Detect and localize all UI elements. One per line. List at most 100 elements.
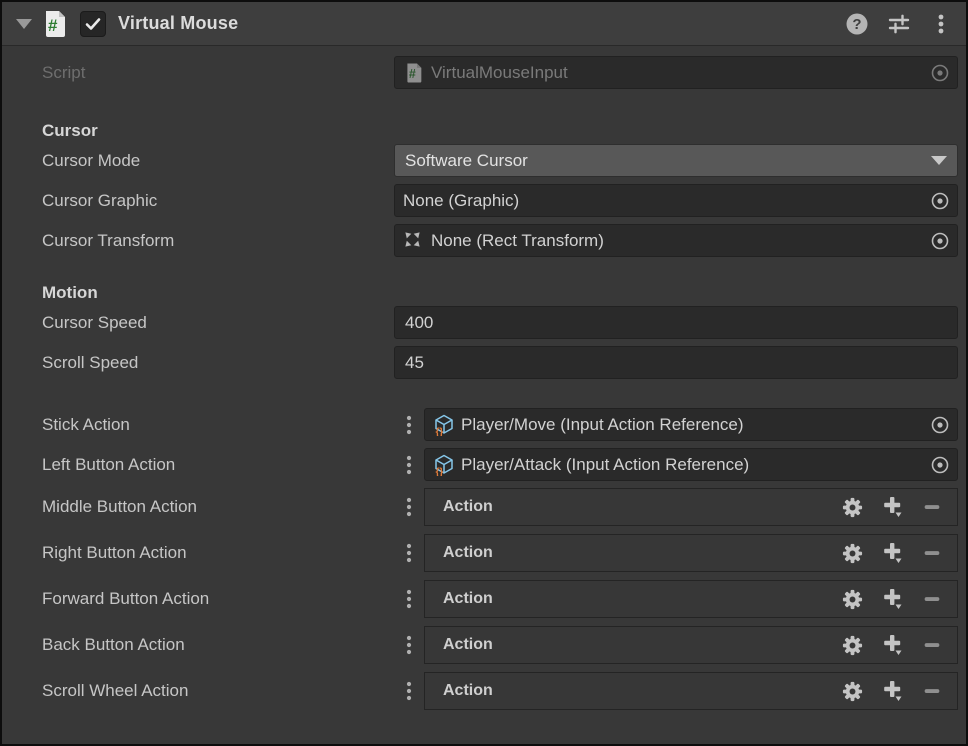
remove-minus-icon[interactable] bbox=[919, 586, 945, 612]
remove-minus-icon[interactable] bbox=[919, 494, 945, 520]
add-binding-plus-icon[interactable] bbox=[879, 586, 905, 612]
scroll-speed-row: Scroll Speed bbox=[2, 346, 958, 379]
cursor-graphic-label: Cursor Graphic bbox=[2, 191, 394, 211]
drag-handle-icon[interactable] bbox=[394, 454, 424, 476]
cursor-speed-label: Cursor Speed bbox=[2, 313, 394, 333]
cursor-transform-label: Cursor Transform bbox=[2, 231, 394, 251]
middle-button-action-label: Middle Button Action bbox=[2, 497, 394, 517]
component-header: # Virtual Mouse ? bbox=[2, 2, 966, 46]
cursor-graphic-object-field[interactable]: None (Graphic) bbox=[394, 184, 958, 217]
component-body: Script # VirtualMouseInput bbox=[2, 46, 966, 710]
input-action-reference-icon: {} bbox=[433, 414, 455, 436]
cursor-mode-dropdown[interactable]: Software Cursor bbox=[394, 144, 958, 177]
cursor-speed-input[interactable] bbox=[394, 306, 958, 339]
cursor-transform-value: None (Rect Transform) bbox=[431, 231, 923, 251]
svg-text:#: # bbox=[409, 67, 416, 81]
add-binding-plus-icon[interactable] bbox=[879, 678, 905, 704]
scroll-wheel-action-row: Scroll Wheel Action Action bbox=[2, 672, 958, 710]
back-button-action-row: Back Button Action Action bbox=[2, 626, 958, 664]
scroll-speed-label: Scroll Speed bbox=[2, 353, 394, 373]
cursor-section-title: Cursor bbox=[2, 118, 966, 144]
rect-transform-icon bbox=[403, 230, 425, 252]
script-object-value: VirtualMouseInput bbox=[431, 63, 923, 83]
action-header-title: Action bbox=[443, 636, 825, 654]
remove-minus-icon[interactable] bbox=[919, 540, 945, 566]
right-button-action-label: Right Button Action bbox=[2, 543, 394, 563]
drag-handle-icon[interactable] bbox=[394, 588, 424, 610]
foldout-arrow-icon[interactable] bbox=[16, 19, 32, 29]
forward-button-action-label: Forward Button Action bbox=[2, 589, 394, 609]
object-picker-icon[interactable] bbox=[929, 230, 951, 252]
motion-section-title: Motion bbox=[2, 280, 966, 306]
back-button-action-label: Back Button Action bbox=[2, 635, 394, 655]
inspector-component-virtual-mouse: # Virtual Mouse ? bbox=[0, 0, 968, 746]
script-label: Script bbox=[2, 63, 394, 83]
cursor-mode-row: Cursor Mode Software Cursor bbox=[2, 144, 958, 177]
action-header-title: Action bbox=[443, 544, 825, 562]
action-settings-gear-icon[interactable] bbox=[839, 632, 865, 658]
script-row: Script # VirtualMouseInput bbox=[2, 56, 958, 89]
object-picker-icon[interactable] bbox=[929, 454, 951, 476]
scroll-speed-input[interactable] bbox=[394, 346, 958, 379]
action-settings-gear-icon[interactable] bbox=[839, 678, 865, 704]
add-binding-plus-icon[interactable] bbox=[879, 494, 905, 520]
remove-minus-icon[interactable] bbox=[919, 632, 945, 658]
spacer bbox=[2, 386, 966, 408]
csharp-script-mini-icon: # bbox=[403, 62, 425, 84]
stick-action-label: Stick Action bbox=[2, 415, 394, 435]
cursor-speed-row: Cursor Speed bbox=[2, 306, 958, 339]
action-header-title: Action bbox=[443, 590, 825, 608]
scroll-wheel-action-label: Scroll Wheel Action bbox=[2, 681, 394, 701]
action-header-box[interactable]: Action bbox=[424, 626, 958, 664]
spacer bbox=[2, 96, 966, 118]
left-button-action-row: Left Button Action {} bbox=[2, 448, 958, 481]
svg-text:?: ? bbox=[852, 16, 861, 33]
context-menu-icon[interactable] bbox=[928, 11, 954, 37]
object-picker-icon bbox=[929, 62, 951, 84]
cursor-transform-object-field[interactable]: None (Rect Transform) bbox=[394, 224, 958, 257]
action-header-box[interactable]: Action bbox=[424, 580, 958, 618]
svg-text:{}: {} bbox=[436, 467, 444, 476]
action-header-box[interactable]: Action bbox=[424, 672, 958, 710]
middle-button-action-row: Middle Button Action Action bbox=[2, 488, 958, 526]
action-header-title: Action bbox=[443, 498, 825, 516]
action-header-box[interactable]: Action bbox=[424, 534, 958, 572]
drag-handle-icon[interactable] bbox=[394, 542, 424, 564]
action-header-title: Action bbox=[443, 682, 825, 700]
presets-icon[interactable] bbox=[886, 11, 912, 37]
cursor-graphic-value: None (Graphic) bbox=[403, 191, 923, 211]
help-icon[interactable]: ? bbox=[844, 11, 870, 37]
svg-text:{}: {} bbox=[436, 427, 444, 436]
left-button-action-value: Player/Attack (Input Action Reference) bbox=[461, 455, 923, 475]
cursor-mode-value: Software Cursor bbox=[405, 151, 931, 171]
input-action-reference-icon: {} bbox=[433, 454, 455, 476]
drag-handle-icon[interactable] bbox=[394, 680, 424, 702]
forward-button-action-row: Forward Button Action Action bbox=[2, 580, 958, 618]
svg-text:#: # bbox=[48, 16, 58, 35]
drag-handle-icon[interactable] bbox=[394, 496, 424, 518]
action-settings-gear-icon[interactable] bbox=[839, 540, 865, 566]
stick-action-object-field[interactable]: {} Player/Move (Input Action Reference) bbox=[424, 408, 958, 441]
csharp-script-icon: # bbox=[40, 9, 70, 39]
drag-handle-icon[interactable] bbox=[394, 414, 424, 436]
cursor-graphic-row: Cursor Graphic None (Graphic) bbox=[2, 184, 958, 217]
right-button-action-row: Right Button Action Action bbox=[2, 534, 958, 572]
remove-minus-icon[interactable] bbox=[919, 678, 945, 704]
action-header-box[interactable]: Action bbox=[424, 488, 958, 526]
action-settings-gear-icon[interactable] bbox=[839, 494, 865, 520]
script-object-field: # VirtualMouseInput bbox=[394, 56, 958, 89]
object-picker-icon[interactable] bbox=[929, 190, 951, 212]
left-button-action-label: Left Button Action bbox=[2, 455, 394, 475]
left-button-action-object-field[interactable]: {} Player/Attack (Input Action Reference… bbox=[424, 448, 958, 481]
component-title: Virtual Mouse bbox=[118, 13, 238, 34]
stick-action-value: Player/Move (Input Action Reference) bbox=[461, 415, 923, 435]
add-binding-plus-icon[interactable] bbox=[879, 540, 905, 566]
add-binding-plus-icon[interactable] bbox=[879, 632, 905, 658]
drag-handle-icon[interactable] bbox=[394, 634, 424, 656]
cursor-mode-label: Cursor Mode bbox=[2, 151, 394, 171]
object-picker-icon[interactable] bbox=[929, 414, 951, 436]
action-settings-gear-icon[interactable] bbox=[839, 586, 865, 612]
enable-checkbox[interactable] bbox=[80, 11, 106, 37]
stick-action-row: Stick Action {} bbox=[2, 408, 958, 441]
cursor-transform-row: Cursor Transform None (Rect Transform) bbox=[2, 224, 958, 257]
